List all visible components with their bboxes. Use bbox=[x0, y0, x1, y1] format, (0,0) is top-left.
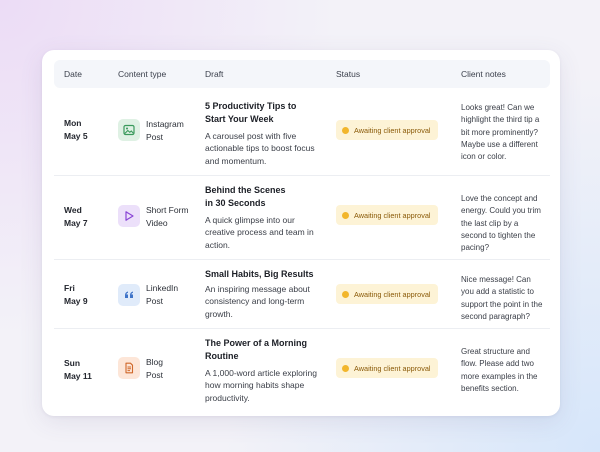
table-row[interactable]: Wed May 7 Short Form Video Behind the Sc… bbox=[54, 176, 550, 259]
draft-description: A carousel post with five actionable tip… bbox=[205, 131, 315, 166]
draft-title-line1: The Power of a Morning bbox=[205, 338, 308, 348]
header-content-type: Content type bbox=[118, 69, 167, 79]
status-badge: Awaiting client approval bbox=[336, 205, 438, 225]
row-day: Mon bbox=[64, 118, 82, 128]
row-date: Fri May 9 bbox=[64, 282, 88, 307]
play-icon bbox=[118, 205, 140, 227]
row-date: Wed May 7 bbox=[64, 204, 88, 229]
draft-title-line1: 5 Productivity Tips to bbox=[205, 101, 297, 111]
content-type-line1: LinkedIn bbox=[146, 283, 179, 293]
table-header: Date Content type Draft Status Client no… bbox=[54, 60, 550, 88]
content-type-label: LinkedIn Post bbox=[146, 282, 206, 307]
status-text: Awaiting client approval bbox=[354, 125, 431, 135]
status-text: Awaiting client approval bbox=[354, 289, 431, 299]
client-notes: Nice message! Can you add a statistic to… bbox=[461, 275, 543, 321]
content-type-label: Instagram Post bbox=[146, 118, 206, 143]
quote-icon bbox=[118, 284, 140, 306]
row-day-date: May 11 bbox=[64, 370, 92, 381]
content-type-line1: Blog bbox=[146, 357, 164, 367]
status-badge: Awaiting client approval bbox=[336, 120, 438, 140]
content-type-line2: Post bbox=[146, 295, 164, 306]
content-approval-table: Date Content type Draft Status Client no… bbox=[42, 50, 560, 416]
header-date: Date bbox=[64, 69, 82, 79]
header-client-notes: Client notes bbox=[461, 69, 506, 79]
draft-title: 5 Productivity Tips to Start Your Week bbox=[205, 100, 325, 126]
status-dot-icon bbox=[342, 211, 349, 219]
status-badge: Awaiting client approval bbox=[336, 358, 438, 378]
header-status: Status bbox=[336, 69, 361, 79]
content-type-label: Short Form Video bbox=[146, 204, 206, 229]
status-dot-icon bbox=[342, 290, 349, 298]
table-row[interactable]: Sun May 11 Blog Post The Power of a Morn… bbox=[54, 329, 550, 411]
document-icon bbox=[118, 357, 140, 379]
row-day: Sun bbox=[64, 358, 81, 368]
draft-title: Small Habits, Big Results bbox=[205, 268, 325, 281]
draft-description: An inspiring message about consistency a… bbox=[205, 284, 310, 319]
draft-title-line2: Start Your Week bbox=[205, 114, 274, 124]
client-notes: Looks great! Can we highlight the third … bbox=[461, 103, 540, 162]
content-type-line2: Video bbox=[146, 217, 168, 228]
status-dot-icon bbox=[342, 364, 349, 372]
content-type-line2: Post bbox=[146, 131, 164, 142]
status-dot-icon bbox=[342, 126, 349, 134]
content-type-line1: Short Form bbox=[146, 205, 189, 215]
client-notes: Great structure and flow. Please add two… bbox=[461, 347, 538, 393]
draft-title: The Power of a Morning Routine bbox=[205, 337, 325, 363]
row-day-date: May 9 bbox=[64, 295, 88, 306]
status-text: Awaiting client approval bbox=[354, 210, 431, 220]
draft-title-line2: in 30 Seconds bbox=[205, 198, 266, 208]
status-text: Awaiting client approval bbox=[354, 363, 431, 373]
draft-title: Behind the Scenes in 30 Seconds bbox=[205, 184, 325, 210]
row-day: Fri bbox=[64, 283, 75, 293]
content-type-line2: Post bbox=[146, 369, 164, 380]
table-row[interactable]: Mon May 5 Instagram Post 5 Productivity … bbox=[54, 90, 550, 175]
draft-title-line2: Routine bbox=[205, 351, 239, 361]
row-date: Mon May 5 bbox=[64, 117, 88, 142]
content-type-label: Blog Post bbox=[146, 356, 206, 381]
status-badge: Awaiting client approval bbox=[336, 284, 438, 304]
draft-description: A quick glimpse into our creative proces… bbox=[205, 215, 314, 250]
row-date: Sun May 11 bbox=[64, 357, 92, 382]
row-day-date: May 5 bbox=[64, 130, 88, 141]
header-draft: Draft bbox=[205, 69, 224, 79]
draft-title-line1: Behind the Scenes bbox=[205, 185, 286, 195]
content-type-line1: Instagram bbox=[146, 119, 184, 129]
row-day-date: May 7 bbox=[64, 217, 88, 228]
image-icon bbox=[118, 119, 140, 141]
table-row[interactable]: Fri May 9 LinkedIn Post Small Habits, Bi… bbox=[54, 260, 550, 328]
draft-description: A 1,000-word article exploring how morni… bbox=[205, 368, 317, 403]
row-day: Wed bbox=[64, 205, 82, 215]
client-notes: Love the concept and energy. Could you t… bbox=[461, 194, 541, 253]
draft-title-line1: Small Habits, Big Results bbox=[205, 269, 314, 279]
